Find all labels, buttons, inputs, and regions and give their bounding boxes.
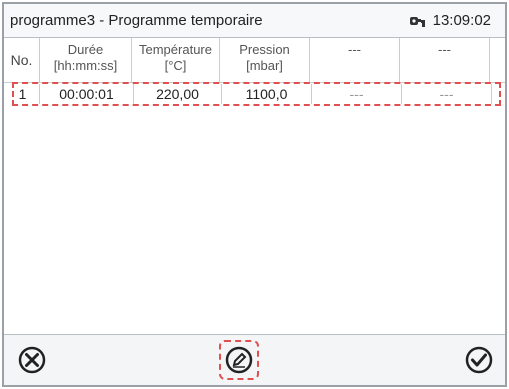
cancel-icon	[18, 346, 46, 374]
status-clock: 13:09:02	[409, 12, 491, 29]
confirm-icon	[465, 346, 493, 374]
edit-icon	[225, 346, 253, 374]
table-header: No. Durée [hh:mm:ss] Température [°C] Pr…	[4, 38, 505, 83]
cell-5: ---	[312, 84, 402, 104]
column-header-duree: Durée [hh:mm:ss]	[40, 38, 132, 82]
column-header-pression: Pression [mbar]	[220, 38, 310, 82]
column-header-6: ---	[400, 38, 490, 82]
cell-pression: 1100,0	[222, 84, 312, 104]
footer-toolbar	[4, 334, 505, 385]
program-table: No. Durée [hh:mm:ss] Température [°C] Pr…	[4, 38, 505, 106]
cell-temperature: 220,00	[134, 84, 222, 104]
edit-button[interactable]	[219, 340, 259, 380]
table-row[interactable]: 1 00:00:01 220,00 1100,0 --- ---	[12, 82, 501, 106]
cell-no: 1	[6, 84, 40, 104]
column-header-temperature: Température [°C]	[132, 38, 220, 82]
cell-duree: 00:00:01	[40, 84, 134, 104]
lock-icon	[409, 13, 429, 29]
title-bar: programme3 - Programme temporaire 13:09:…	[4, 4, 505, 38]
cell-6: ---	[402, 84, 492, 104]
clock-time: 13:09:02	[432, 12, 491, 29]
cancel-button[interactable]	[14, 342, 50, 378]
confirm-button[interactable]	[461, 342, 497, 378]
device-screen: programme3 - Programme temporaire 13:09:…	[2, 2, 507, 387]
column-header-no: No.	[4, 38, 40, 82]
page-title: programme3 - Programme temporaire	[10, 12, 263, 29]
column-header-5: ---	[310, 38, 400, 82]
